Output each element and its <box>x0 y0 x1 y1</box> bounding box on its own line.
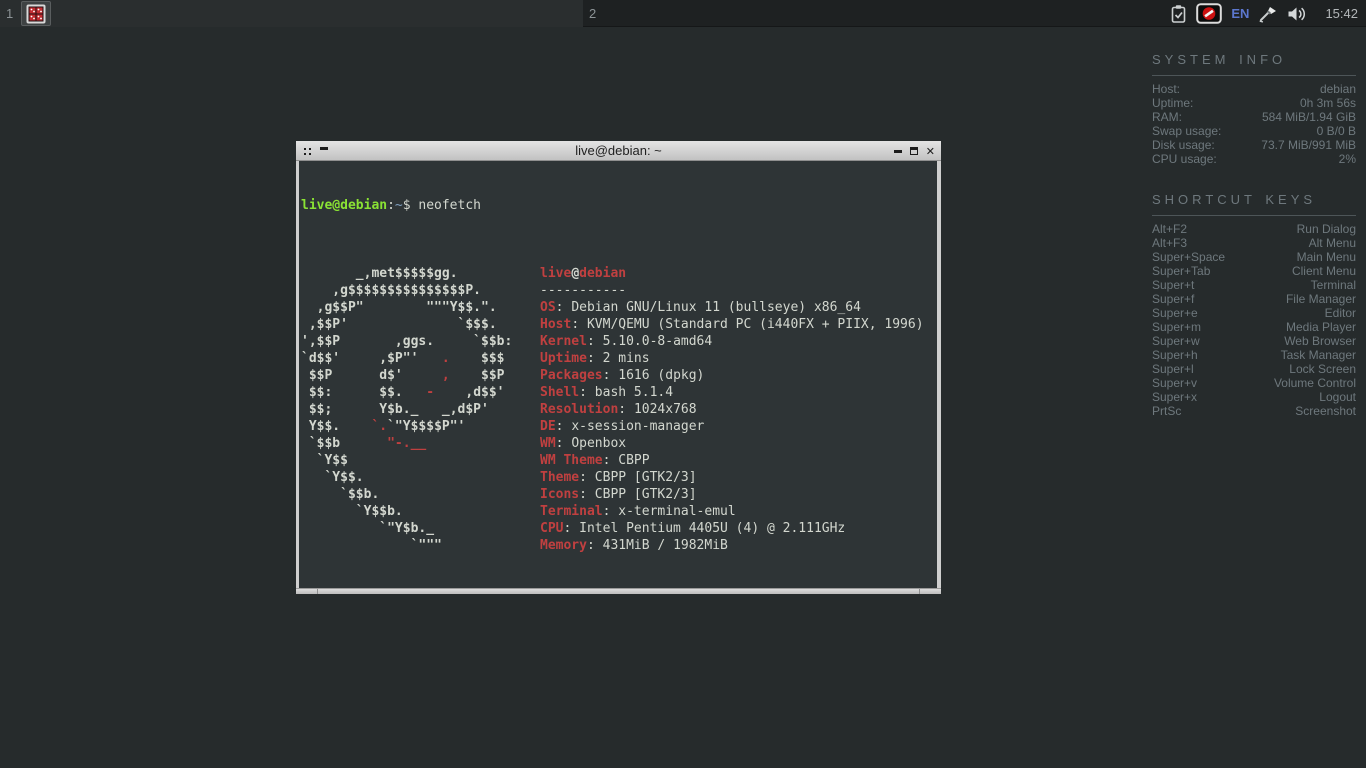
prompt-line-top: live@debian:~$ neofetch <box>301 197 937 214</box>
neofetch-info-row: Terminal: x-terminal-emul <box>540 503 924 520</box>
neofetch-info-row: Resolution: 1024x768 <box>540 401 924 418</box>
neofetch-info-row: DE: x-session-manager <box>540 418 924 435</box>
neofetch-info-row: Shell: bash 5.1.4 <box>540 384 924 401</box>
system-info-row: Disk usage:73.7 MiB/991 MiB <box>1152 138 1356 152</box>
shortcut-key-row: PrtScScreenshot <box>1152 404 1356 418</box>
shortcut-key-row: Super+SpaceMain Menu <box>1152 250 1356 264</box>
system-info-row: Swap usage:0 B/0 B <box>1152 124 1356 138</box>
brush-icon[interactable] <box>1258 5 1278 23</box>
shortcut-keys-title: SHORTCUT KEYS <box>1152 192 1356 207</box>
terminal-app-icon <box>26 4 46 24</box>
shortcut-key-row: Super+vVolume Control <box>1152 376 1356 390</box>
shortcut-key-row: Super+TabClient Menu <box>1152 264 1356 278</box>
neofetch-info-row: CPU: Intel Pentium 4405U (4) @ 2.111GHz <box>540 520 924 537</box>
neofetch-info-row: WM Theme: CBPP <box>540 452 924 469</box>
neofetch-info-row: Uptime: 2 mins <box>540 350 924 367</box>
prompt-user-host: live@debian <box>301 198 387 213</box>
prompt-path: ~ <box>395 198 403 213</box>
system-info-row: Uptime:0h 3m 56s <box>1152 96 1356 110</box>
shortcut-key-row: Super+wWeb Browser <box>1152 334 1356 348</box>
clipboard-icon[interactable] <box>1170 4 1187 24</box>
panel-clock[interactable]: 15:42 <box>1317 6 1358 21</box>
shortcut-key-row: Super+tTerminal <box>1152 278 1356 292</box>
terminal-window: live@debian: ~ ✕ live@debian:~$ neofetch … <box>296 141 941 594</box>
taskbar-terminal-button[interactable] <box>21 1 51 26</box>
command-text: neofetch <box>418 198 481 213</box>
window-shade-button[interactable] <box>320 147 328 155</box>
terminal-content[interactable]: live@debian:~$ neofetch _,met$$$$$gg. ,g$… <box>296 161 941 588</box>
conky-divider <box>1152 75 1356 76</box>
system-info-title: SYSTEM INFO <box>1152 52 1356 67</box>
neofetch-info-row: Theme: CBPP [GTK2/3] <box>540 469 924 486</box>
neofetch-info-row: OS: Debian GNU/Linux 11 (bullseye) x86_6… <box>540 299 924 316</box>
window-resize-handle[interactable] <box>296 588 941 594</box>
neofetch-info-row: Packages: 1616 (dpkg) <box>540 367 924 384</box>
conky-divider <box>1152 215 1356 216</box>
shortcut-keys-rows: Alt+F2Run DialogAlt+F3Alt MenuSuper+Spac… <box>1152 222 1356 418</box>
system-info-row: CPU usage:2% <box>1152 152 1356 166</box>
window-title: live@debian: ~ <box>296 143 941 158</box>
system-tray: EN 15:42 <box>1170 0 1366 27</box>
taskbar-desktop-1: 1 <box>0 0 583 27</box>
neofetch-output: _,met$$$$$gg. ,g$$$$$$$$$$$$$$$P. ,g$$P"… <box>301 265 937 554</box>
neofetch-title: live@debian <box>540 265 924 282</box>
shortcut-key-row: Super+fFile Manager <box>1152 292 1356 306</box>
neofetch-info-row: Kernel: 5.10.0-8-amd64 <box>540 333 924 350</box>
neofetch-info-row: Memory: 431MiB / 1982MiB <box>540 537 924 554</box>
no-entry-icon[interactable] <box>1196 3 1222 24</box>
shortcut-key-row: Super+mMedia Player <box>1152 320 1356 334</box>
shortcut-key-row: Super+xLogout <box>1152 390 1356 404</box>
window-minimize-button[interactable] <box>894 150 902 153</box>
conky-widget: SYSTEM INFO Host:debianUptime:0h 3m 56sR… <box>1152 52 1356 418</box>
shortcut-key-row: Alt+F3Alt Menu <box>1152 236 1356 250</box>
volume-icon[interactable] <box>1287 6 1308 22</box>
taskbar-desktop-2[interactable]: 2 <box>583 0 1166 27</box>
shortcut-key-row: Alt+F2Run Dialog <box>1152 222 1356 236</box>
system-info-row: Host:debian <box>1152 82 1356 96</box>
neofetch-info-row: Icons: CBPP [GTK2/3] <box>540 486 924 503</box>
conky-system-info-section: SYSTEM INFO Host:debianUptime:0h 3m 56sR… <box>1152 52 1356 166</box>
neofetch-underline: ----------- <box>540 282 924 299</box>
workspace-2-label[interactable]: 2 <box>583 6 602 21</box>
workspace-1-label[interactable]: 1 <box>0 6 19 21</box>
neofetch-info: live@debian-----------OS: Debian GNU/Lin… <box>540 265 924 554</box>
shortcut-key-row: Super+lLock Screen <box>1152 362 1356 376</box>
prompt-colon: : <box>387 198 395 213</box>
neofetch-ascii-art: _,met$$$$$gg. ,g$$$$$$$$$$$$$$$P. ,g$$P"… <box>301 265 512 554</box>
conky-shortcut-keys-section: SHORTCUT KEYS Alt+F2Run DialogAlt+F3Alt … <box>1152 192 1356 418</box>
neofetch-info-row: WM: Openbox <box>540 435 924 452</box>
system-info-rows: Host:debianUptime:0h 3m 56sRAM:584 MiB/1… <box>1152 82 1356 166</box>
shortcut-key-row: Super+eEditor <box>1152 306 1356 320</box>
top-panel: 1 2 <box>0 0 1366 27</box>
shortcut-key-row: Super+hTask Manager <box>1152 348 1356 362</box>
terminal-titlebar[interactable]: live@debian: ~ ✕ <box>296 141 941 161</box>
window-menu-icon[interactable] <box>304 148 311 155</box>
keyboard-layout-indicator[interactable]: EN <box>1231 6 1249 21</box>
window-close-button[interactable]: ✕ <box>926 146 935 157</box>
window-maximize-button[interactable] <box>910 147 918 155</box>
neofetch-info-row: Host: KVM/QEMU (Standard PC (i440FX + PI… <box>540 316 924 333</box>
system-info-row: RAM:584 MiB/1.94 GiB <box>1152 110 1356 124</box>
prompt-dollar: $ <box>403 198 411 213</box>
